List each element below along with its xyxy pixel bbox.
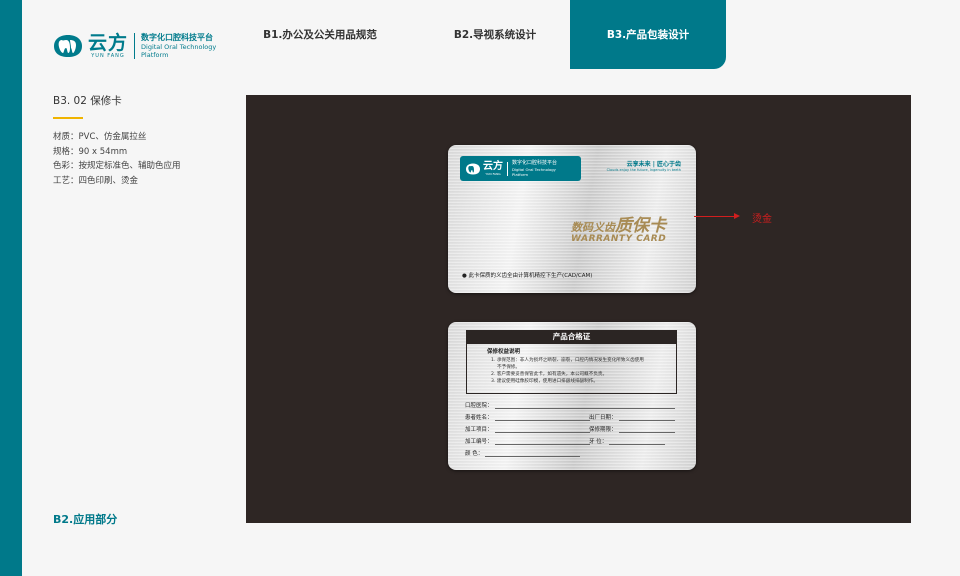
card-back-header: 产品合格证 [466, 330, 677, 343]
slogan-en: Clouds enjoy the future, Ingenuity in te… [606, 168, 681, 172]
field-tooth: 牙 位： [589, 437, 666, 445]
annotation-arrow-icon [734, 213, 740, 219]
field-project: 加工项目： [465, 425, 590, 433]
card-slogan: 云享未来 | 匠心于齿 Clouds enjoy the future, Ing… [607, 159, 681, 172]
field-factory-date: 出厂日期： [589, 413, 675, 421]
field-project-label: 加工项目： [465, 427, 493, 433]
field-tooth-line [609, 439, 666, 445]
field-factory-date-line [618, 415, 675, 421]
field-factory-date-label: 出厂日期： [589, 415, 617, 421]
card-tagline-en-2: Platform [512, 172, 529, 177]
warranty-title-big: 质保卡 [615, 216, 666, 236]
section-title: B3. 02 保修卡 [53, 95, 122, 107]
field-serial-line [494, 439, 590, 445]
spec-color: 色彩：按规定标准色、辅助色应用 [53, 161, 181, 171]
field-warranty-period-line [618, 427, 675, 433]
field-serial: 加工编号： [465, 437, 590, 445]
field-project-line [494, 427, 590, 433]
annotation-arrow-line [694, 216, 738, 217]
field-patient: 患者姓名： [465, 413, 590, 421]
section-underline [53, 117, 83, 119]
field-patient-label: 患者姓名： [465, 415, 493, 421]
logo-divider [134, 32, 136, 59]
field-serial-label: 加工编号： [465, 439, 493, 445]
brand-tagline-en-1: Digital Oral Technology [141, 43, 217, 51]
field-warranty-period-label: 保修期限： [589, 427, 617, 433]
warranty-title: 数码义齿质保卡 WARRANTY CARD [571, 211, 666, 244]
brand-tagline-cn: 数字化口腔科技平台 [141, 33, 214, 42]
card-brand-name-en: YUN FANG [485, 172, 501, 176]
field-clinic: 口腔医院： [465, 401, 675, 409]
card-front-note: ● 此卡保质的义齿全由计算机精控下生产(CAD/CAM) [462, 273, 593, 279]
card-logo-box: 云方 YUN FANG 数字化口腔科技平台 Digital Oral Techn… [460, 156, 581, 181]
nav-tab-b3[interactable]: B3.产品包装设计 [570, 0, 726, 69]
field-clinic-line [494, 403, 675, 409]
spec-size: 规格：90 x 54mm [53, 146, 128, 157]
nav-tab-b2[interactable]: B2.导视系统设计 [420, 0, 570, 69]
card-tagline-cn: 数字化口腔科技平台 [512, 160, 558, 166]
field-patient-line [494, 415, 590, 421]
terms-line-1b: 不予保修。 [497, 365, 520, 370]
nav-tab-b1[interactable]: B1.办公及公关用品规范 [220, 0, 420, 69]
field-tooth-label: 牙 位： [589, 439, 608, 445]
terms-title: 保修权益说明 [487, 349, 521, 355]
terms-line-1: 1. 承保范围：非人为损坏之断裂、崩裂，口腔内情况发生变化所致义齿使用 [491, 358, 644, 363]
field-color-line [485, 451, 581, 457]
slogan-cn: 云享未来 | 匠心于齿 [626, 161, 681, 168]
brand-name-cn: 云方 [88, 31, 129, 54]
annotation-label: 烫金 [752, 214, 772, 225]
warranty-card-back: 产品合格证 保修权益说明 1. 承保范围：非人为损坏之断裂、崩裂，口腔内情况发生… [448, 322, 696, 470]
field-clinic-label: 口腔医院： [465, 403, 493, 409]
field-warranty-period: 保修期限： [589, 425, 675, 433]
terms-line-3: 3. 建议使用硅像胶印模，使用进口排龈线排龈制作。 [491, 379, 598, 384]
warranty-terms-box: 保修权益说明 1. 承保范围：非人为损坏之断裂、崩裂，口腔内情况发生变化所致义齿… [466, 343, 677, 394]
brand-logo: 云方 YUN FANG 数字化口腔科技平台 Digital Oral Techn… [52, 32, 216, 59]
spec-process: 工艺：四色印刷、烫金 [53, 175, 139, 186]
brand-name-en: YUN FANG [91, 52, 125, 59]
field-color: 颜 色： [465, 449, 581, 457]
warranty-card-front: 云方 YUN FANG 数字化口腔科技平台 Digital Oral Techn… [448, 145, 696, 293]
field-color-label: 颜 色： [465, 451, 484, 457]
tooth-logo-icon [466, 163, 480, 174]
card-brand-name-cn: 云方 [483, 161, 503, 172]
left-accent-bar [0, 0, 22, 576]
warranty-title-small: 数码义齿 [571, 221, 615, 234]
footer-section-label: B2.应用部分 [53, 513, 118, 526]
brand-tagline-en-2: Platform [141, 51, 169, 59]
card-logo-divider [507, 161, 508, 176]
tooth-logo-icon [54, 34, 82, 57]
spec-list: 材质：PVC、仿金属拉丝 规格：90 x 54mm 色彩：按规定标准色、辅助色应… [53, 130, 181, 188]
warranty-title-en: WARRANTY CARD [571, 234, 667, 244]
spec-material: 材质：PVC、仿金属拉丝 [53, 132, 147, 142]
terms-line-2: 2. 客户需要妥善保管此卡，如有遗失，本公司概不负责。 [491, 372, 608, 377]
